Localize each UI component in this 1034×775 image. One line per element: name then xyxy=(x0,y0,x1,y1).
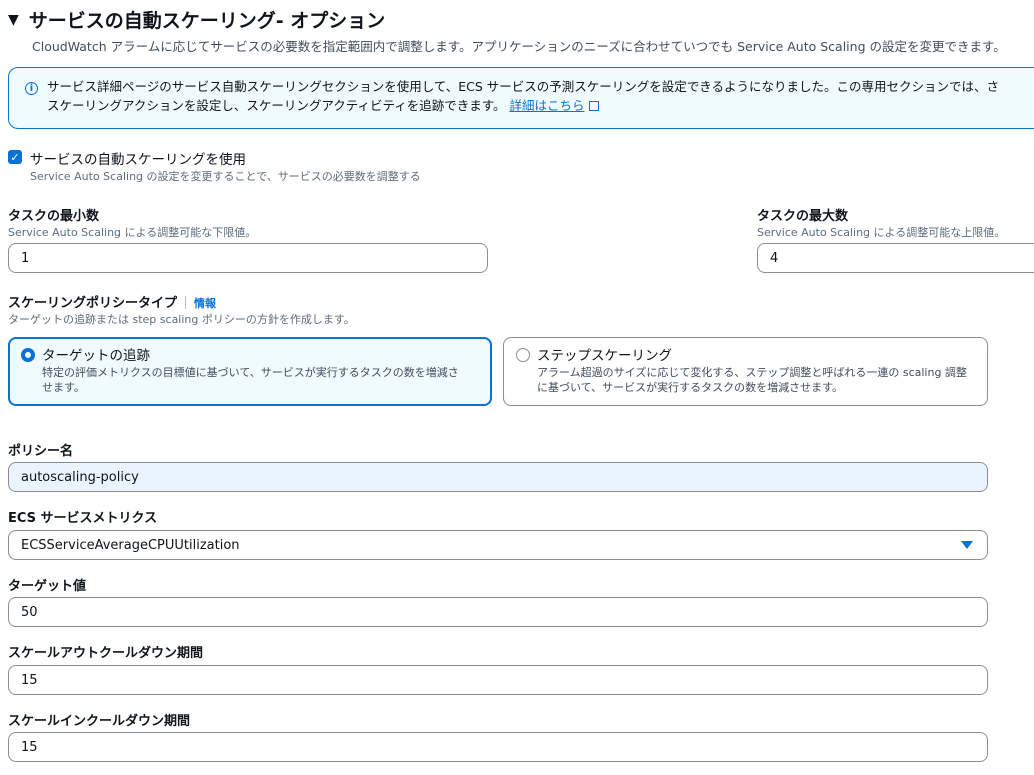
max-tasks-hint: Service Auto Scaling による調整可能な上限値。 xyxy=(757,226,1006,239)
step-scaling-desc-line2: に基づいて、サービスが実行するタスクの数を増減させます。 xyxy=(537,381,844,394)
max-tasks-label: タスクの最大数 xyxy=(757,209,849,224)
scale-in-cooldown-input[interactable]: 15 xyxy=(8,732,988,762)
divider xyxy=(185,296,187,309)
target-value-label: ターゲット値 xyxy=(8,579,87,594)
min-tasks-hint: Service Auto Scaling による調整可能な下限値。 xyxy=(8,226,257,239)
target-tracking-title: ターゲットの追跡 xyxy=(42,348,150,364)
tile-target-tracking[interactable]: ターゲットの追跡 特定の評価メトリクスの目標値に基づいて、サービスが実行するタス… xyxy=(8,337,492,406)
max-tasks-input[interactable]: 4 xyxy=(757,243,1034,273)
info-alert-text: サービス詳細ページのサービス自動スケーリングセクションを使用して、ECS サービ… xyxy=(47,77,999,115)
scale-out-cooldown-input[interactable]: 15 xyxy=(8,665,988,695)
target-value-input[interactable]: 50 xyxy=(8,597,988,627)
info-alert-line1: サービス詳細ページのサービス自動スケーリングセクションを使用して、ECS サービ… xyxy=(47,79,1000,94)
step-scaling-title: ステップスケーリング xyxy=(537,348,672,364)
radio-target-tracking[interactable] xyxy=(21,348,35,362)
scale-in-cooldown-label: スケールインクールダウン期間 xyxy=(8,714,191,729)
policy-name-input[interactable]: autoscaling-policy xyxy=(8,462,988,492)
caret-down-icon[interactable] xyxy=(961,541,973,549)
policy-type-info-link[interactable]: 情報 xyxy=(194,297,216,310)
auto-scaling-checkbox[interactable]: ✓ xyxy=(8,150,22,164)
policy-type-heading: スケーリングポリシータイプ 情報 xyxy=(8,292,216,311)
metric-selected-value: ECSServiceAverageCPUUtilization xyxy=(21,537,240,553)
target-tracking-desc-line1: 特定の評価メトリクスの目標値に基づいて、サービスが実行するタスクの数を増減さ xyxy=(42,366,459,379)
step-scaling-desc-line1: アラーム超過のサイズに応じて変化する、ステップ調整と呼ばれる一連の scalin… xyxy=(537,366,967,379)
info-icon: i xyxy=(25,82,38,95)
auto-scaling-checkbox-label[interactable]: サービスの自動スケーリングを使用 xyxy=(30,148,246,168)
auto-scaling-description: Service Auto Scaling の設定を変更することで、サービスの必要… xyxy=(30,170,421,183)
step-scaling-description: アラーム超過のサイズに応じて変化する、ステップ調整と呼ばれる一連の scalin… xyxy=(537,365,982,395)
metric-label: ECS サービスメトリクス xyxy=(8,511,158,526)
external-link-icon[interactable] xyxy=(588,101,599,111)
target-tracking-description: 特定の評価メトリクスの目標値に基づいて、サービスが実行するタスクの数を増減さ せ… xyxy=(42,365,482,395)
radio-step-scaling[interactable] xyxy=(516,348,530,362)
target-tracking-desc-line2: せます。 xyxy=(42,381,85,394)
policy-type-label: スケーリングポリシータイプ xyxy=(8,296,178,311)
min-tasks-label: タスクの最小数 xyxy=(8,209,100,224)
caret-down-icon[interactable]: ▼ xyxy=(8,12,19,28)
info-alert-line2: スケーリングアクションを設定し、スケーリングアクティビティを追跡できます。 xyxy=(47,98,506,113)
section-title: サービスの自動スケーリング- オプション xyxy=(28,10,386,32)
min-tasks-input[interactable]: 1 xyxy=(8,243,488,273)
metric-select[interactable]: ECSServiceAverageCPUUtilization xyxy=(8,530,988,560)
info-alert: i サービス詳細ページのサービス自動スケーリングセクションを使用して、ECS サ… xyxy=(8,67,1034,129)
policy-name-label: ポリシー名 xyxy=(8,444,74,459)
section-header[interactable]: ▼ サービスの自動スケーリング- オプション xyxy=(8,6,385,33)
scale-out-cooldown-label: スケールアウトクールダウン期間 xyxy=(8,646,204,661)
tile-step-scaling[interactable]: ステップスケーリング アラーム超過のサイズに応じて変化する、ステップ調整と呼ばれ… xyxy=(503,337,988,406)
section-description: CloudWatch アラームに応じてサービスの必要数を指定範囲内で調整します。… xyxy=(32,39,1006,54)
policy-type-hint: ターゲットの追跡または step scaling ポリシーの方針を作成します。 xyxy=(8,313,355,326)
learn-more-link[interactable]: 詳細はこちら xyxy=(510,98,585,113)
